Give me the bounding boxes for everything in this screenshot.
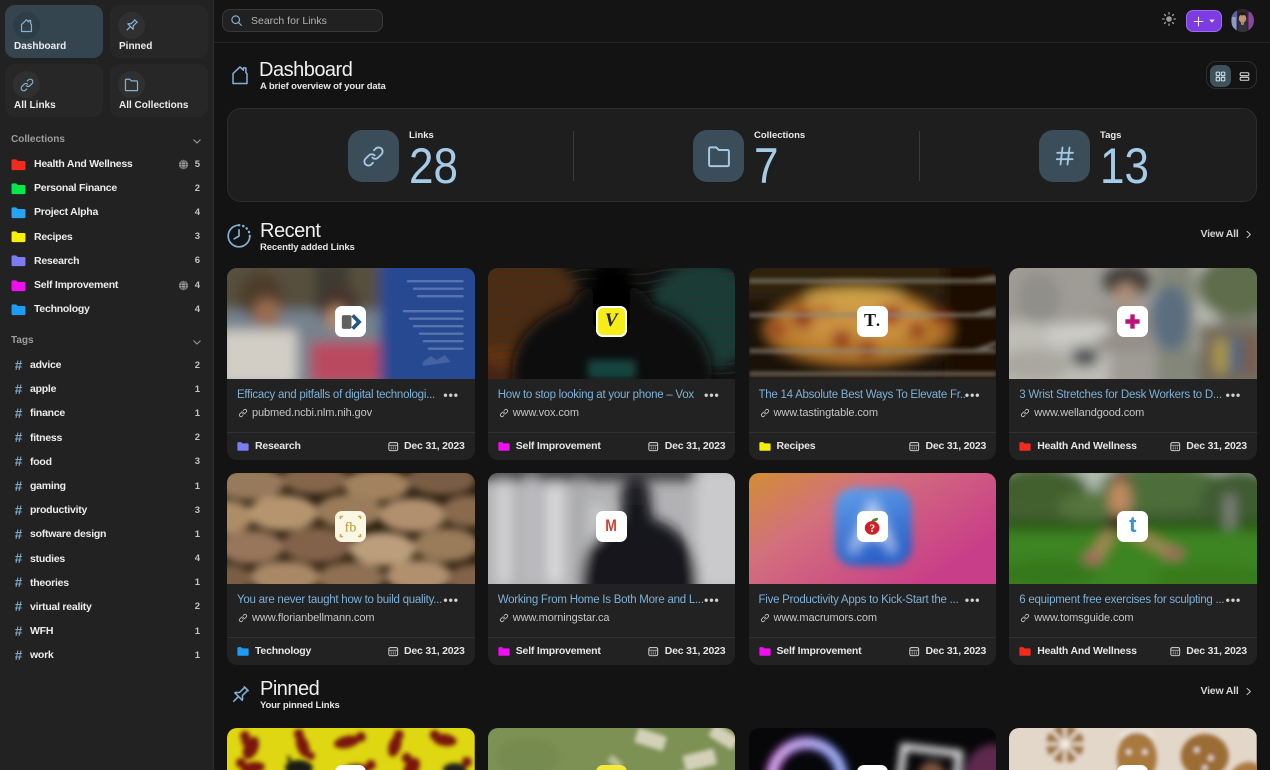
- svg-text:fb: fb: [345, 521, 357, 536]
- svg-text:?: ?: [869, 523, 875, 535]
